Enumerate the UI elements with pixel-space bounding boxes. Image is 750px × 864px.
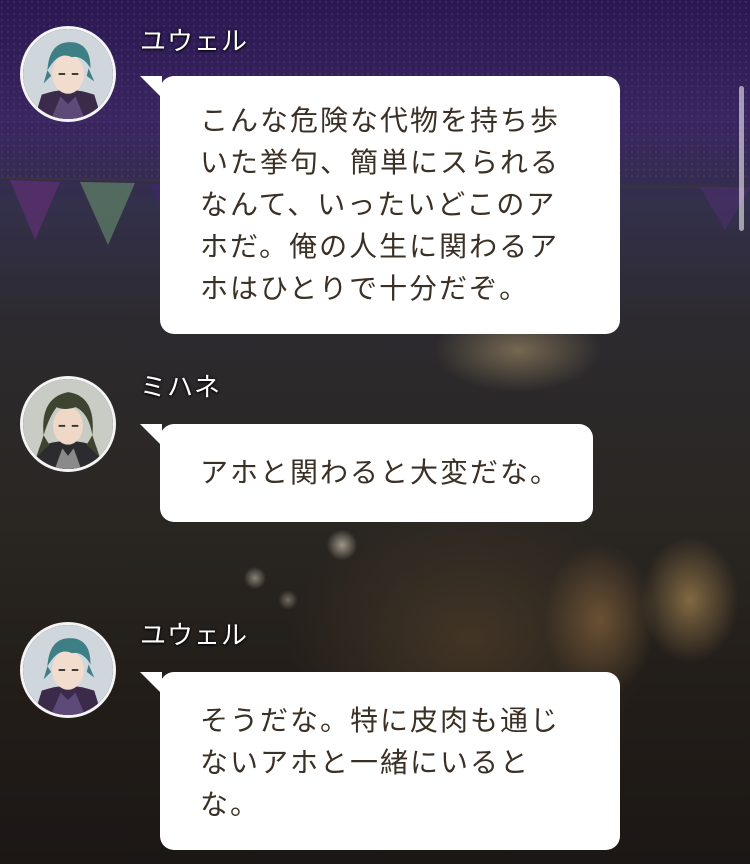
speaker-name: ユウェル xyxy=(140,27,249,57)
bubble-tail xyxy=(140,76,162,98)
message-bubble[interactable]: アホと関わると大変だな。 xyxy=(160,424,593,522)
speaker-avatar[interactable] xyxy=(20,26,116,122)
message-text-line: いた挙句、簡単にスられる xyxy=(200,146,561,179)
speaker-name: ユウェル xyxy=(140,621,249,651)
story-chat-screen: ユウェル こんな危険な代物を持ち歩 いた挙句、簡単にスられる なんて、いったいど… xyxy=(0,0,750,864)
message-text-line: アホと関わると大変だな。 xyxy=(200,456,561,489)
message-bubble[interactable]: そうだな。特に皮肉も通じ ないアホと一緒にいると な。 xyxy=(160,672,620,850)
scrollbar-thumb[interactable] xyxy=(739,86,744,231)
message-text-line: なんて、いったいどこのア xyxy=(200,188,557,221)
message-text-line: ホだ。俺の人生に関わるア xyxy=(200,230,560,263)
speaker-name: ミハネ xyxy=(140,373,222,403)
character-portrait-icon xyxy=(23,379,113,469)
message-text-line: な。 xyxy=(200,788,261,821)
message-bubble[interactable]: こんな危険な代物を持ち歩 いた挙句、簡単にスられる なんて、いったいどこのア ホ… xyxy=(160,76,620,334)
message-text-line: こんな危険な代物を持ち歩 xyxy=(200,104,561,137)
speaker-avatar[interactable] xyxy=(20,376,116,472)
message-text-line: ないアホと一緒にいると xyxy=(200,746,531,779)
character-portrait-icon xyxy=(23,625,113,715)
message-text-line: そうだな。特に皮肉も通じ xyxy=(200,704,561,737)
bubble-tail xyxy=(140,424,162,446)
speaker-avatar[interactable] xyxy=(20,622,116,718)
message-text-line: ホはひとりで十分だぞ。 xyxy=(200,272,530,305)
character-portrait-icon xyxy=(23,29,113,119)
bubble-tail xyxy=(140,672,162,694)
